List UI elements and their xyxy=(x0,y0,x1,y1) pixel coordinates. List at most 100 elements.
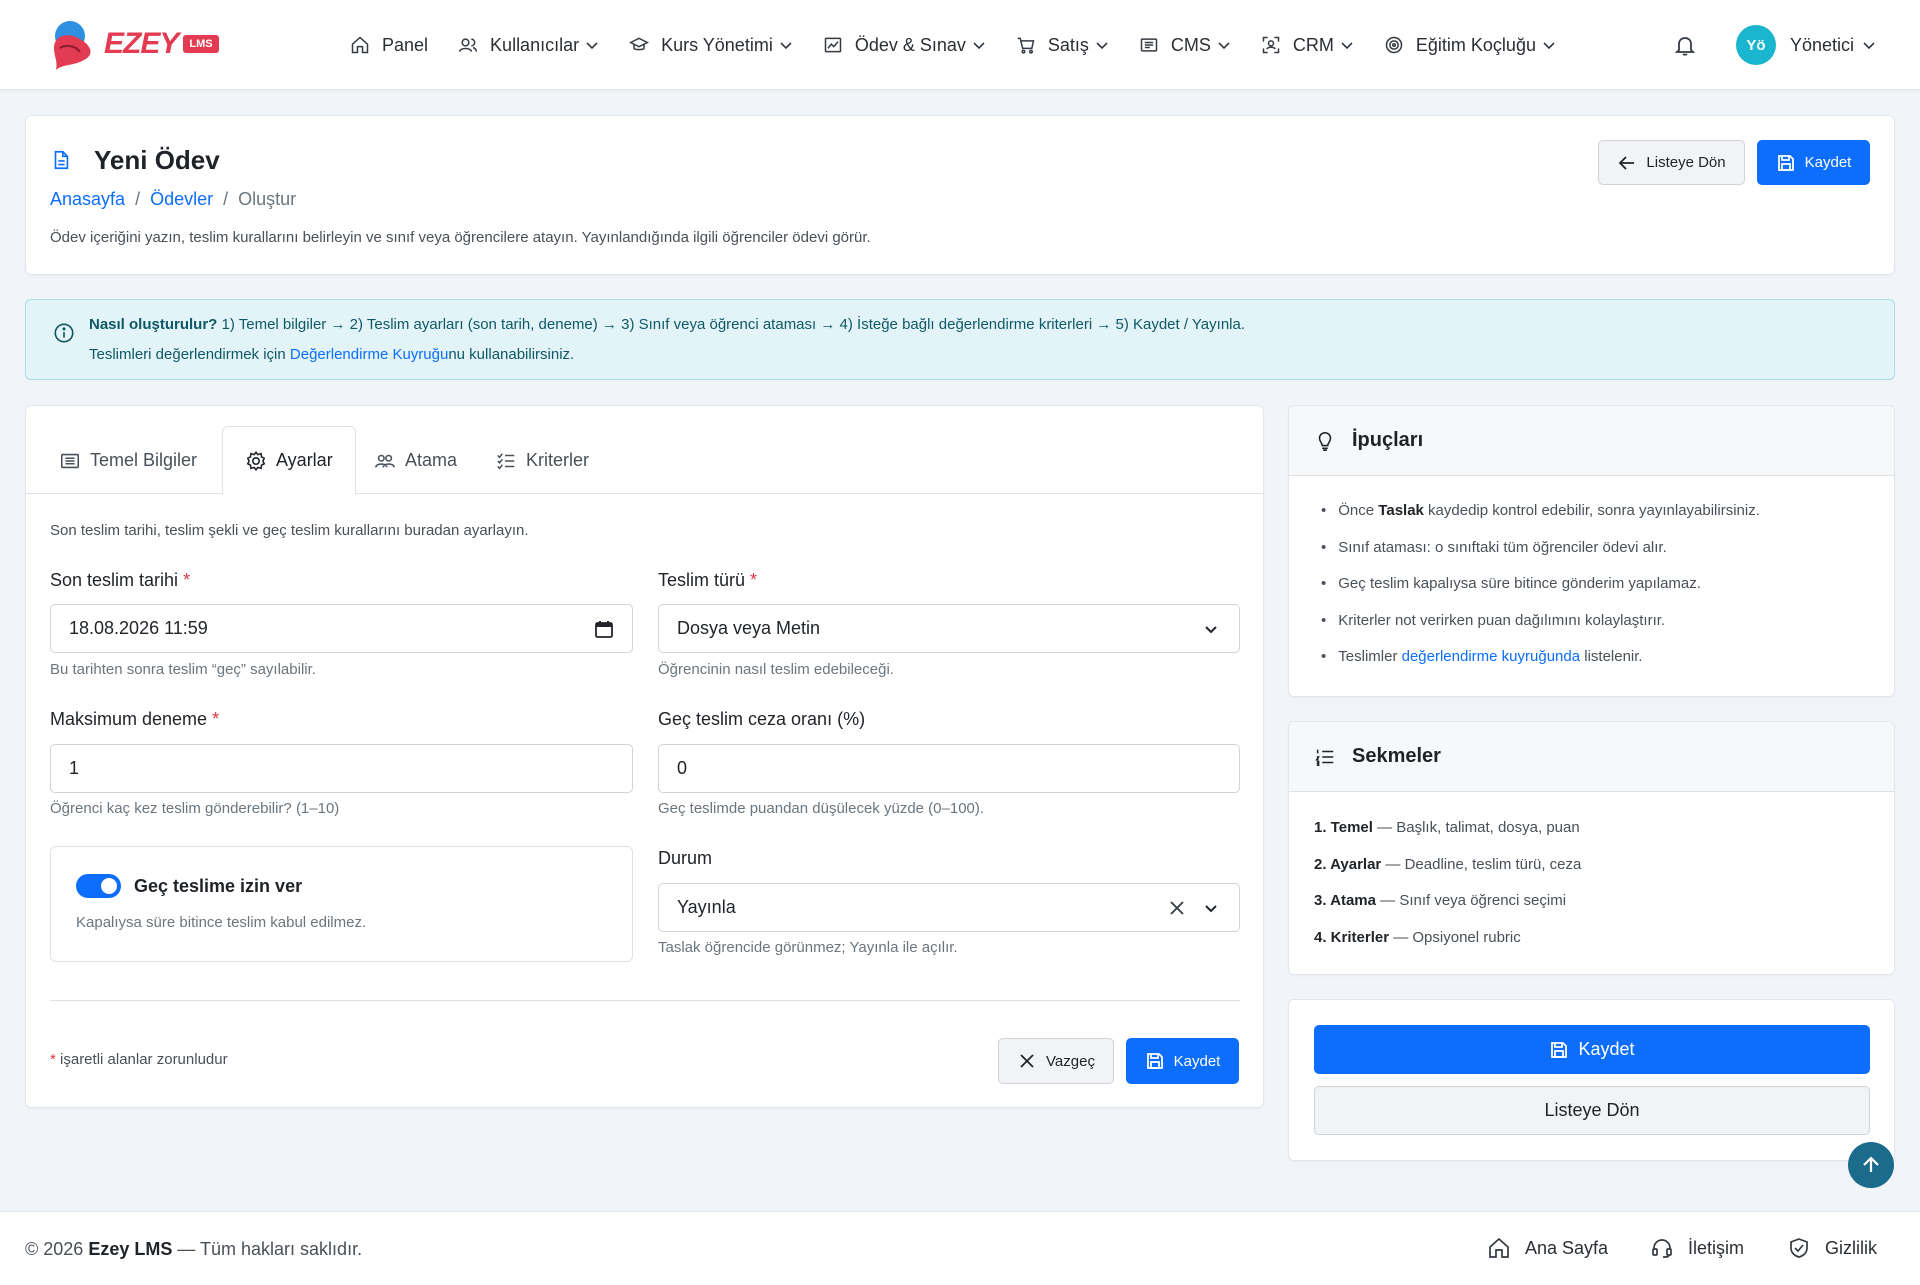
section-name: 4. Kriterler xyxy=(1314,928,1390,946)
nav-item-coaching[interactable]: Eğitim Koçluğu xyxy=(1384,35,1556,56)
required-note-text: işaretli alanlar zorunludur xyxy=(60,1051,228,1068)
scroll-to-top-button[interactable] xyxy=(1848,1142,1894,1188)
breadcrumb-assignments[interactable]: Ödevler xyxy=(150,189,213,210)
evaluation-queue-link[interactable]: Değerlendirme Kuyruğu xyxy=(290,346,448,363)
copyright: © 2026 Ezey LMS — Tüm hakları saklıdır. xyxy=(25,1239,362,1260)
alert-title: Nasıl oluşturulur? xyxy=(89,316,218,333)
nav-item-panel[interactable]: Panel xyxy=(350,35,428,56)
due-date-label: Son teslim tarihi * xyxy=(50,570,190,591)
home-icon xyxy=(351,36,369,54)
allow-late-box: Geç teslime izin ver Kapalıysa süre biti… xyxy=(50,846,633,962)
save-button[interactable]: Kaydet xyxy=(1757,140,1870,185)
max-attempts-label: Maksimum deneme * xyxy=(50,709,219,730)
user-menu[interactable]: Yö Yönetici xyxy=(1736,25,1876,65)
chevron-down-icon xyxy=(1543,42,1555,50)
footer: © 2026 Ezey LMS — Tüm hakları saklıdır. … xyxy=(0,1211,1920,1285)
nav-label: Eğitim Koçluğu xyxy=(1415,34,1536,55)
lightbulb-icon xyxy=(1318,431,1332,451)
logo-mark-icon xyxy=(54,21,91,70)
max-attempts-input[interactable]: 1 xyxy=(50,744,633,793)
sidebar-save-button[interactable]: Kaydet xyxy=(1314,1025,1870,1074)
max-attempts-label-text: Maksimum deneme xyxy=(50,709,208,729)
breadcrumb-current: Oluştur xyxy=(238,189,297,209)
status-value: Yayınla xyxy=(677,897,736,917)
tip-text: Önce xyxy=(1338,502,1379,519)
status-select[interactable]: Yayınla xyxy=(658,883,1240,932)
nav-item-assignments[interactable]: Ödev & Sınav xyxy=(823,35,986,56)
shield-icon xyxy=(1790,1238,1808,1258)
tips-list: Önce Taslak kaydedip kontrol edebilir, s… xyxy=(1314,502,1760,685)
info-icon xyxy=(54,323,74,343)
tip-text: listelenir. xyxy=(1580,648,1643,665)
calendar-icon[interactable] xyxy=(594,619,614,639)
back-button-label: Listeye Dön xyxy=(1646,154,1726,171)
footer-link-label: Ana Sayfa xyxy=(1525,1237,1609,1258)
late-penalty-input[interactable]: 0 xyxy=(658,744,1240,793)
submission-type-label: Teslim türü * xyxy=(658,570,757,591)
copyright-suffix: — Tüm hakları saklıdır. xyxy=(172,1239,363,1259)
submission-type-label-text: Teslim türü xyxy=(658,570,746,590)
due-date-label-text: Son teslim tarihi xyxy=(50,570,179,590)
nav-item-users[interactable]: Kullanıcılar xyxy=(458,35,599,56)
due-date-help: Bu tarihten sonra teslim “geç” sayılabil… xyxy=(50,661,316,678)
sidebar-back-button[interactable]: Listeye Dön xyxy=(1314,1086,1870,1135)
tab-criteria[interactable]: Kriterler xyxy=(473,426,611,495)
footer-link-privacy[interactable]: Gizlilik xyxy=(1787,1236,1877,1260)
section-name: 1. Temel xyxy=(1314,819,1373,836)
breadcrumb-home[interactable]: Anasayfa xyxy=(50,189,125,210)
page-header-card xyxy=(25,115,1895,275)
scan-icon xyxy=(1262,36,1280,54)
save-icon xyxy=(1777,154,1794,171)
footer-brand: Ezey LMS xyxy=(88,1239,173,1259)
tip-text: Teslimler xyxy=(1338,648,1402,665)
back-to-list-button[interactable]: Listeye Dön xyxy=(1598,140,1745,185)
footer-link-label: İletişim xyxy=(1688,1237,1745,1258)
users-icon xyxy=(458,38,478,52)
form-save-button-label: Kaydet xyxy=(1173,1052,1221,1070)
nav-item-crm[interactable]: CRM xyxy=(1261,35,1354,56)
section-desc: — Sınıf veya öğrenci seçimi xyxy=(1375,892,1567,909)
tab-basic-info[interactable]: Temel Bilgiler xyxy=(37,426,219,495)
nav-item-cms[interactable]: CMS xyxy=(1139,35,1231,56)
save-icon xyxy=(1146,1053,1163,1069)
form-divider xyxy=(50,1000,1240,1001)
max-attempts-value: 1 xyxy=(69,758,80,778)
tab-label: Atama xyxy=(405,450,458,470)
copyright-prefix: © 2026 xyxy=(25,1239,89,1259)
nav-label: Kurs Yönetimi xyxy=(661,34,773,55)
evaluation-queue-tip-link[interactable]: değerlendirme kuyruğunda xyxy=(1402,648,1580,665)
target-icon xyxy=(1385,36,1403,54)
bell-icon[interactable] xyxy=(1673,33,1697,57)
tab-label: Temel Bilgiler xyxy=(90,450,198,470)
sections-title: Sekmeler xyxy=(1352,745,1441,767)
tip-text: Sınıf ataması: o sınıftaki tüm öğrencile… xyxy=(1338,538,1667,556)
required-star: * xyxy=(212,709,220,729)
chevron-down-icon xyxy=(973,42,985,50)
footer-link-contact[interactable]: İletişim xyxy=(1650,1236,1744,1260)
tab-assignment[interactable]: Atama xyxy=(352,426,479,495)
footer-link-home[interactable]: Ana Sayfa xyxy=(1487,1236,1608,1260)
list-icon xyxy=(60,453,80,468)
chevron-down-icon xyxy=(1863,42,1875,50)
form-save-button[interactable]: Kaydet xyxy=(1126,1038,1239,1084)
due-date-input[interactable]: 18.08.2026 11:59 xyxy=(50,604,633,653)
brand-logo[interactable]: EZEY LMS xyxy=(50,18,219,70)
chevron-down-icon xyxy=(780,42,792,50)
allow-late-toggle[interactable] xyxy=(76,874,121,898)
allow-late-label: Geç teslime izin ver xyxy=(134,876,303,896)
main-menu: Panel Kullanıcılar Kurs Yönetimi Ödev & … xyxy=(350,0,1586,90)
tab-settings[interactable]: Ayarlar xyxy=(222,426,356,495)
cancel-button[interactable]: Vazgeç xyxy=(998,1038,1114,1084)
tip-text: Geç teslim kapalıysa süre bitince gönder… xyxy=(1338,575,1701,592)
settings-intro: Son teslim tarihi, teslim şekli ve geç t… xyxy=(50,522,529,539)
info-alert: Nasıl oluşturulur? 1) Temel bilgiler → 2… xyxy=(25,299,1895,380)
nav-item-sales[interactable]: Satış xyxy=(1016,35,1109,56)
alert-queue-note: Teslimleri değerlendirmek için Değerlend… xyxy=(89,346,574,363)
close-icon xyxy=(1020,1054,1034,1068)
submission-type-select[interactable]: Dosya veya Metin xyxy=(658,604,1240,653)
page-title: Yeni Ödev xyxy=(94,145,220,175)
nav-item-courses[interactable]: Kurs Yönetimi xyxy=(629,35,793,56)
list-item: Kriterler not verirken puan dağılımını k… xyxy=(1314,612,1760,649)
nav-label: Ödev & Sınav xyxy=(854,34,966,55)
clear-icon[interactable] xyxy=(1167,898,1187,918)
